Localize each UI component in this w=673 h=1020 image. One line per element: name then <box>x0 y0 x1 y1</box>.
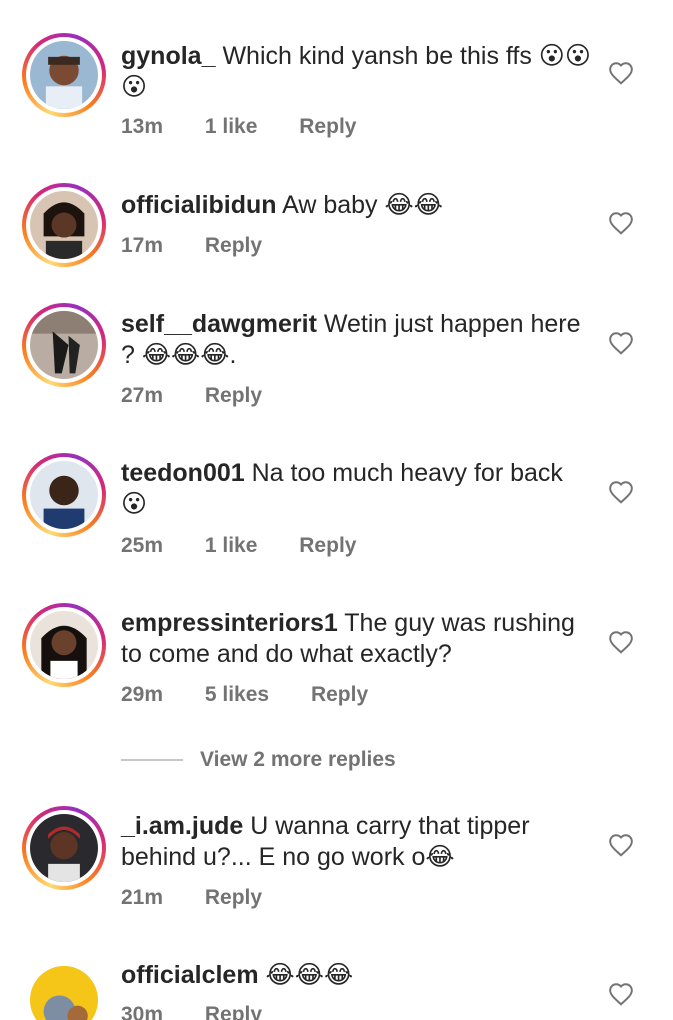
comment-meta: 17m Reply <box>121 234 298 258</box>
reply-button[interactable]: Reply <box>205 886 262 909</box>
comment-body: Aw baby 😂😂 <box>282 191 443 219</box>
comment-username[interactable]: officialibidun <box>121 191 277 219</box>
comment-meta: 27m Reply <box>121 384 298 408</box>
comment-username[interactable]: self__dawgmerit <box>121 310 317 338</box>
avatar[interactable] <box>22 183 106 267</box>
comment-username[interactable]: officialclem <box>121 961 259 989</box>
heart-icon[interactable] <box>608 833 634 857</box>
comment-username[interactable]: gynola_ <box>121 42 215 70</box>
comment-username[interactable]: empressinteriors1 <box>121 609 338 637</box>
comment-time: 27m <box>121 384 164 407</box>
heart-icon[interactable] <box>608 331 634 355</box>
comment-time: 21m <box>121 886 164 909</box>
comment-body: 😂😂😂 <box>265 961 354 989</box>
heart-icon[interactable] <box>608 982 634 1006</box>
comment-time: 25m <box>121 534 164 557</box>
reply-button[interactable]: Reply <box>205 1003 262 1020</box>
comment-likes[interactable]: 5 likes <box>205 683 269 706</box>
comment-meta: 25m 1 like Reply <box>121 534 392 558</box>
reply-button[interactable]: Reply <box>205 234 262 257</box>
avatar[interactable] <box>22 603 106 687</box>
comment-text: officialclem 😂😂😂 <box>121 960 591 991</box>
comment-username[interactable]: _i.am.jude <box>121 812 243 840</box>
reply-button[interactable]: Reply <box>311 683 368 706</box>
comment-time: 30m <box>121 1003 164 1020</box>
comment-text: teedon001 Na too much heavy for back 😮 <box>121 458 591 520</box>
heart-icon[interactable] <box>608 61 634 85</box>
avatar[interactable] <box>22 453 106 537</box>
avatar[interactable] <box>22 303 106 387</box>
comment-likes[interactable]: 1 like <box>205 115 258 138</box>
comment-text: empressinteriors1 The guy was rushing to… <box>121 608 591 670</box>
comment-text: gynola_ Which kind yansh be this ffs 😮😮😮 <box>121 41 591 103</box>
avatar[interactable] <box>22 806 106 890</box>
avatar[interactable] <box>22 958 106 1020</box>
comment-time: 29m <box>121 683 164 706</box>
reply-button[interactable]: Reply <box>205 384 262 407</box>
heart-icon[interactable] <box>608 480 634 504</box>
comment-text: self__dawgmerit Wetin just happen here ?… <box>121 309 591 371</box>
comment-time: 13m <box>121 115 164 138</box>
comment-username[interactable]: teedon001 <box>121 459 245 487</box>
reply-button[interactable]: Reply <box>299 534 356 557</box>
view-more-replies[interactable]: View 2 more replies <box>121 745 396 775</box>
comment-likes[interactable]: 1 like <box>205 534 258 557</box>
comment-meta: 13m 1 like Reply <box>121 115 392 139</box>
view-more-replies-label[interactable]: View 2 more replies <box>200 748 396 772</box>
comment-meta: 30m Reply <box>121 1003 298 1020</box>
reply-button[interactable]: Reply <box>299 115 356 138</box>
heart-icon[interactable] <box>608 630 634 654</box>
comment-text: officialibidun Aw baby 😂😂 <box>121 190 591 221</box>
comment-meta: 21m Reply <box>121 886 298 910</box>
comment-meta: 29m 5 likes Reply <box>121 683 404 707</box>
comment-text: _i.am.jude U wanna carry that tipper beh… <box>121 811 591 873</box>
comment-time: 17m <box>121 234 164 257</box>
heart-icon[interactable] <box>608 211 634 235</box>
divider <box>121 759 183 761</box>
avatar[interactable] <box>22 33 106 117</box>
